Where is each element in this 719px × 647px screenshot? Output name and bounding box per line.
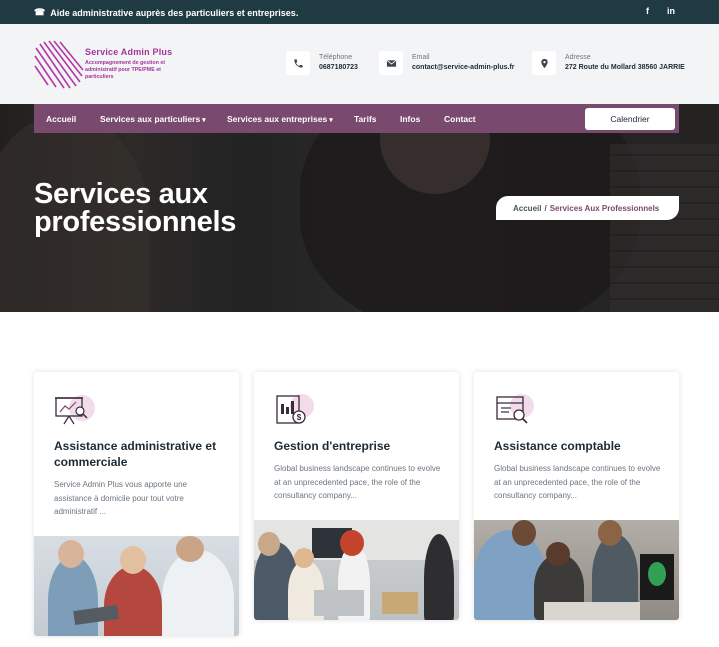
phone-value: 0687180723 xyxy=(319,64,358,71)
chevron-down-icon: ▾ xyxy=(329,117,333,124)
card-title[interactable]: Assistance administrative et commerciale xyxy=(54,438,224,470)
accounting-search-icon xyxy=(496,394,534,424)
nav-item-contact[interactable]: Contact xyxy=(444,114,476,124)
nav-item-label: Services aux particuliers xyxy=(100,114,201,124)
email-label: Email xyxy=(412,54,430,61)
service-card-gestion[interactable]: $ Gestion d'entreprise Global business l… xyxy=(254,372,459,620)
contact-phone[interactable]: Téléphone 0687180723 xyxy=(286,51,358,75)
address-label: Adresse xyxy=(565,54,591,61)
chevron-down-icon: ▾ xyxy=(202,117,206,124)
card-description: Service Admin Plus vous apporte une assi… xyxy=(54,480,187,516)
breadcrumb-separator: / xyxy=(544,203,547,213)
service-card-comptable[interactable]: Assistance comptable Global business lan… xyxy=(474,372,679,620)
nav-item-label: Services aux entreprises xyxy=(227,114,328,124)
nav-item-infos[interactable]: Infos xyxy=(400,114,420,124)
card-photo xyxy=(254,520,459,620)
envelope-icon xyxy=(379,51,403,75)
card-title[interactable]: Gestion d'entreprise xyxy=(274,438,444,454)
breadcrumb-home[interactable]: Accueil xyxy=(513,204,541,213)
top-bar-message: ☎ Aide administrative auprès des particu… xyxy=(34,7,298,18)
service-card-administrative[interactable]: Assistance administrative et commerciale… xyxy=(34,372,239,636)
logo-tagline: Accompagnement de gestion et administrat… xyxy=(85,60,166,80)
card-photo xyxy=(34,536,239,636)
card-description: Global business landscape continues to e… xyxy=(494,464,661,500)
linkedin-icon[interactable]: in xyxy=(667,6,675,16)
breadcrumb: Accueil / Services Aux Professionnels xyxy=(496,196,679,220)
nav-item-entreprises[interactable]: Services aux entreprises ▾ xyxy=(227,114,333,124)
phone-icon: ☎ xyxy=(34,7,46,17)
presentation-chart-icon xyxy=(55,395,95,425)
top-bar-text: Aide administrative auprès des particuli… xyxy=(50,7,299,18)
nav-item-particuliers[interactable]: Services aux particuliers ▾ xyxy=(100,114,206,124)
nav-item-tarifs[interactable]: Tarifs xyxy=(354,114,377,124)
breadcrumb-current: Services Aux Professionnels xyxy=(549,203,660,213)
logo-mark-icon xyxy=(34,40,84,89)
page-title: Services aux professionnels xyxy=(34,178,237,238)
address-value: 272 Route du Mollard 38560 JARRIE xyxy=(565,64,685,71)
finance-report-icon: $ xyxy=(276,394,314,424)
logo-brand-name: Service Admin Plus xyxy=(85,47,173,57)
calendar-button[interactable]: Calendrier xyxy=(585,108,675,130)
card-photo xyxy=(474,520,679,620)
top-bar: ☎ Aide administrative auprès des particu… xyxy=(0,0,719,24)
email-value: contact@service-admin-plus.fr xyxy=(412,64,515,71)
contact-address: Adresse 272 Route du Mollard 38560 JARRI… xyxy=(532,51,685,75)
contact-email[interactable]: Email contact@service-admin-plus.fr xyxy=(379,51,515,75)
map-pin-icon xyxy=(532,51,556,75)
phone-label: Téléphone xyxy=(319,54,353,61)
site-header: Service Admin Plus Accompagnement de ges… xyxy=(0,24,719,104)
nav-item-accueil[interactable]: Accueil xyxy=(46,114,76,124)
card-title[interactable]: Assistance comptable xyxy=(494,438,664,454)
card-description: Global business landscape continues to e… xyxy=(274,464,441,500)
svg-text:$: $ xyxy=(297,413,302,422)
site-logo[interactable]: Service Admin Plus Accompagnement de ges… xyxy=(34,40,184,90)
phone-icon xyxy=(286,51,310,75)
facebook-icon[interactable]: f xyxy=(646,6,649,16)
main-nav: Accueil Services aux particuliers ▾ Servi… xyxy=(34,104,679,133)
